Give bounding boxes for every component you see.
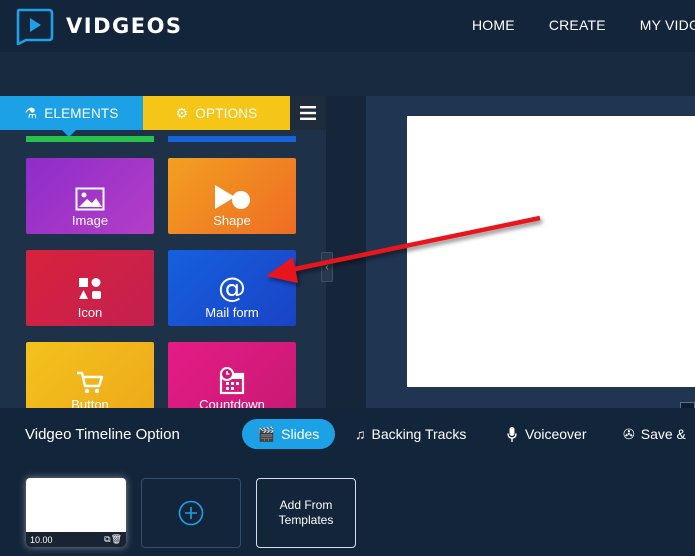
tile-shape-label: Shape — [213, 213, 251, 228]
top-header: VIDGEOS HOME CREATE MY VIDGE — [0, 0, 695, 52]
flask-icon: ⚗ — [24, 104, 38, 121]
trash-icon[interactable]: 🗑 — [111, 534, 122, 544]
backing-tracks-button[interactable]: ♫ Backing Tracks — [355, 419, 466, 449]
tile-partial-green[interactable] — [26, 136, 154, 142]
nav-my-vidgeos[interactable]: MY VIDGE — [640, 17, 695, 33]
slides-button-label: Slides — [281, 426, 320, 442]
at-sign-icon: @ — [218, 271, 246, 304]
plus-circle-icon — [178, 500, 204, 526]
tile-image-label: Image — [71, 213, 109, 228]
tile-mail-form-label: Mail form — [205, 305, 259, 320]
music-note-icon: ♫ — [355, 426, 366, 442]
hamburger-icon — [300, 106, 316, 120]
calendar-clock-icon — [219, 367, 245, 395]
timeline-title: Vidgeo Timeline Option — [25, 426, 180, 443]
gear-icon: ⚙ — [175, 104, 189, 121]
main-nav: HOME CREATE MY VIDGE — [472, 17, 695, 33]
chevron-left-icon: ‹ — [325, 261, 329, 273]
tab-options[interactable]: ⚙ OPTIONS — [143, 96, 290, 130]
canvas-area — [366, 96, 695, 408]
tile-button-label: Button — [71, 397, 109, 408]
add-from-templates-button[interactable]: Add From Templates — [256, 478, 356, 548]
backing-tracks-label: Backing Tracks — [371, 426, 467, 442]
film-reel-icon: ✇ — [623, 425, 635, 442]
icon-set-icon — [79, 278, 101, 299]
elements-panel: ⚗ ELEMENTS ⚙ OPTIONS Image Shape Icon @ … — [0, 96, 326, 408]
cart-icon — [77, 371, 104, 394]
tab-elements-label: ELEMENTS — [44, 105, 119, 121]
shape-icon — [215, 185, 250, 209]
tile-mail-form[interactable]: @ Mail form — [168, 250, 296, 326]
slides-button[interactable]: 🎬 Slides — [242, 419, 335, 449]
panel-menu-button[interactable] — [290, 96, 326, 130]
sub-header — [0, 52, 695, 96]
save-button-label: Save & — [640, 426, 686, 442]
brand-logo[interactable]: VIDGEOS — [14, 7, 183, 45]
slide-canvas[interactable] — [407, 116, 695, 387]
slide-tools: ⧉🗑 — [104, 534, 122, 545]
voiceover-button[interactable]: Voiceover — [507, 419, 586, 449]
timeline-toolbar: Vidgeo Timeline Option 🎬 Slides ♫ Backin… — [0, 408, 695, 460]
tab-options-label: OPTIONS — [195, 105, 258, 121]
tile-countdown-label: Countdown — [199, 397, 265, 408]
brand-name: VIDGEOS — [66, 14, 183, 38]
panel-tabs: ⚗ ELEMENTS ⚙ OPTIONS — [0, 96, 326, 137]
slide-thumbnail-footer: 10.00 ⧉🗑 — [26, 532, 126, 547]
tile-icon-label: Icon — [77, 305, 103, 320]
tile-image[interactable]: Image — [26, 158, 154, 234]
panel-collapse-handle[interactable]: ‹ — [321, 252, 333, 282]
microphone-icon — [507, 426, 517, 442]
tile-icon[interactable]: Icon — [26, 250, 154, 326]
save-button[interactable]: ✇ Save & — [623, 419, 686, 449]
nav-home[interactable]: HOME — [472, 17, 515, 33]
play-logo-icon — [16, 8, 54, 45]
slides-row: 10.00 ⧉🗑 Add From Templates — [0, 460, 695, 556]
tile-countdown[interactable]: Countdown — [168, 342, 296, 408]
slide-duration: 10.00 — [30, 534, 53, 545]
tile-shape[interactable]: Shape — [168, 158, 296, 234]
image-icon — [75, 187, 105, 211]
slide-thumbnail[interactable]: 10.00 ⧉🗑 — [26, 478, 126, 547]
voiceover-label: Voiceover — [525, 426, 587, 442]
nav-create[interactable]: CREATE — [549, 17, 606, 33]
tile-partial-blue[interactable] — [168, 136, 296, 142]
add-slide-button[interactable] — [141, 478, 241, 548]
clapperboard-icon: 🎬 — [257, 425, 276, 442]
tab-elements[interactable]: ⚗ ELEMENTS — [0, 96, 143, 137]
tile-button[interactable]: Button — [26, 342, 154, 408]
